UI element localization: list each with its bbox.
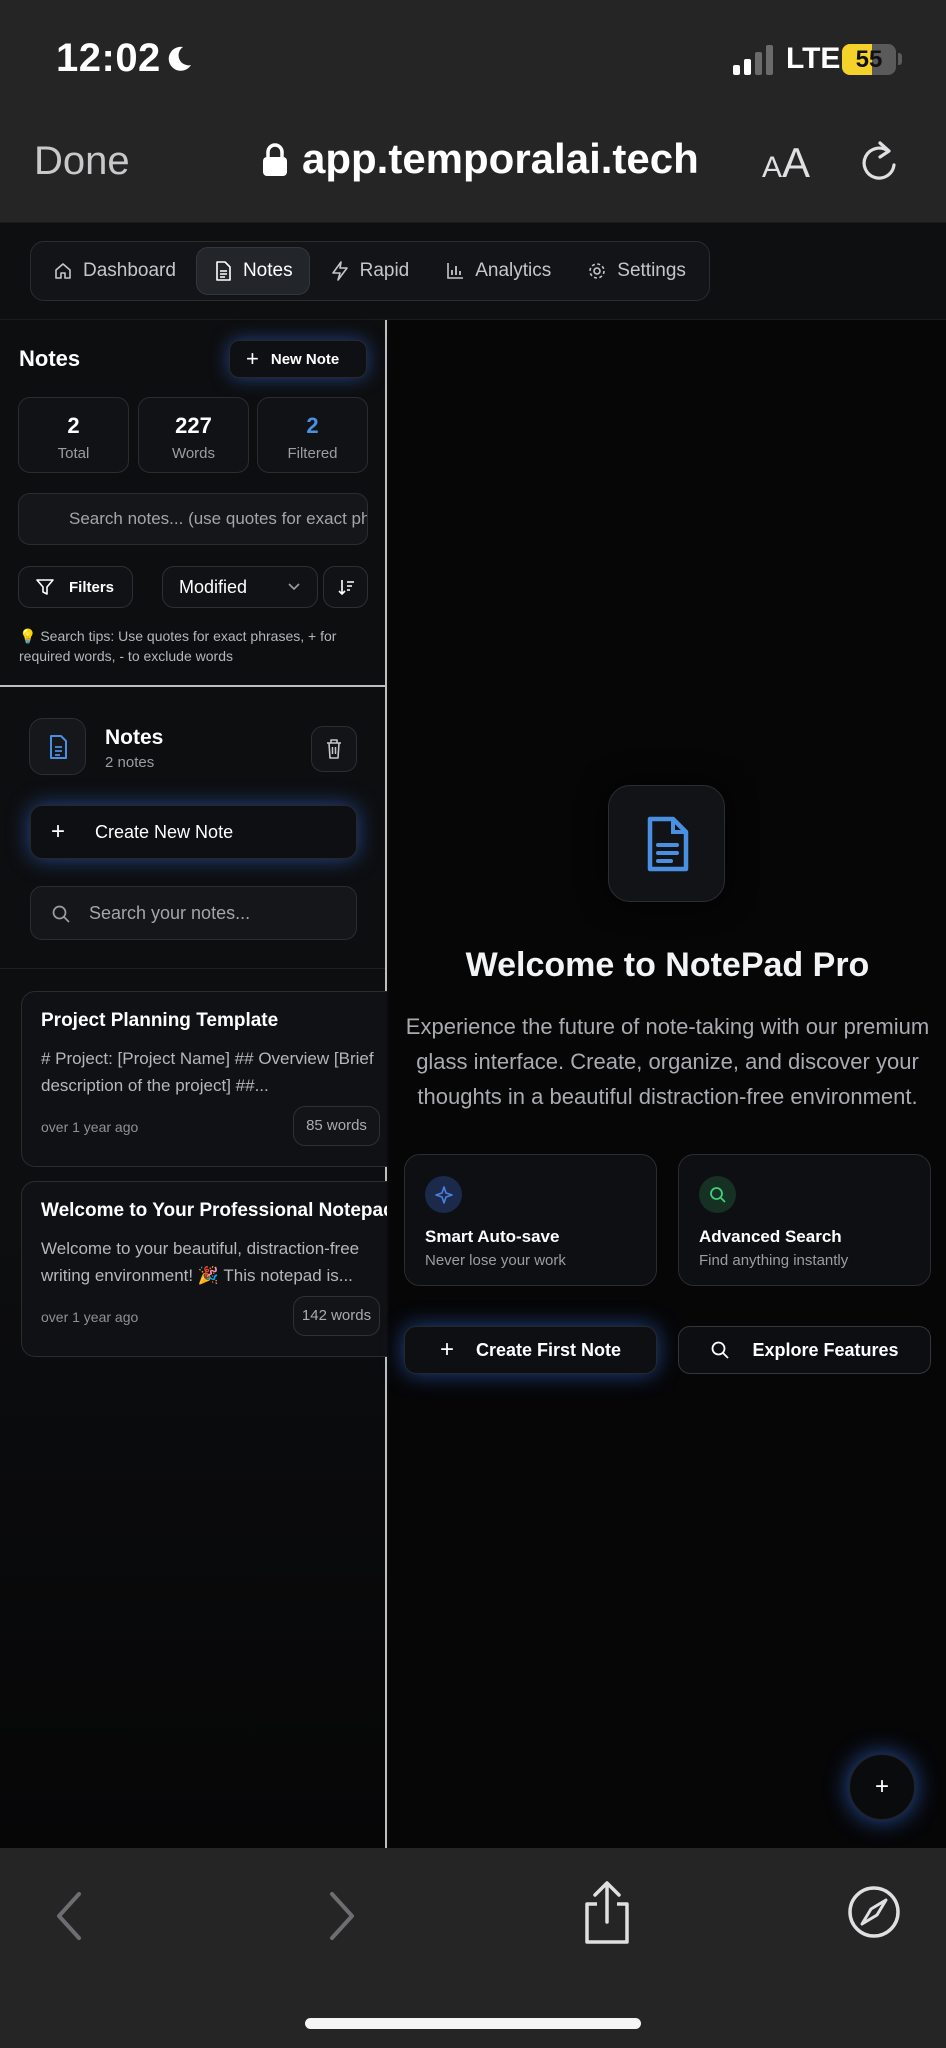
filters-button[interactable]: Filters [18,566,133,608]
tab-notes[interactable]: Notes [195,247,310,295]
note-card[interactable]: Project Planning Template # Project: [Pr… [21,991,387,1167]
plus-icon: + [51,818,66,845]
browser-top-bar: Done app.temporalai.tech AA [0,115,946,223]
notes-search [30,886,357,940]
create-new-note-button[interactable]: + Create New Note [30,805,357,859]
floating-add-button[interactable]: + [849,1754,915,1820]
tab-dashboard[interactable]: Dashboard [37,247,192,295]
feature-subtitle: Never lose your work [425,1252,566,1269]
delete-button[interactable] [311,726,357,772]
filter-icon [36,579,54,595]
tab-settings[interactable]: Settings [571,247,702,295]
document-icon [49,734,67,759]
word-count-badge: 85 words [293,1106,380,1146]
share-icon[interactable] [579,1880,635,1946]
moon-icon [168,46,191,71]
search-icon [699,1176,736,1213]
forward-icon[interactable] [325,1890,359,1942]
sidebar-search [18,493,368,545]
text-size-button[interactable]: AA [762,139,810,187]
notes-sidebar: Notes + New Note 2 Total 227 Words 2 Fil… [0,320,387,1848]
lock-icon [263,143,287,176]
explore-features-button[interactable]: Explore Features [678,1326,931,1374]
network-type: LTE [786,42,841,75]
document-icon [216,261,231,281]
battery-level: 55 [855,46,883,73]
note-preview: # Project: [Project Name] ## Overview [B… [41,1049,374,1095]
hero-description: Experience the future of note-taking wit… [405,1014,930,1109]
document-icon [647,816,688,871]
stat-total: 2 Total [18,397,129,473]
search-icon [52,905,70,923]
main-content: Welcome to NotePad Pro Experience the fu… [389,320,946,1848]
done-button[interactable]: Done [34,139,130,184]
word-count-badge: 142 words [293,1296,380,1336]
feature-title: Advanced Search [699,1227,842,1246]
reload-icon[interactable] [858,139,902,187]
new-note-button[interactable]: + New Note [229,340,367,378]
hero-icon [608,785,725,902]
chevron-down-icon [288,583,300,591]
sort-icon [337,580,354,596]
note-date: over 1 year ago [41,1119,139,1135]
bar-chart-icon [447,263,464,279]
sparkle-icon [425,1176,462,1213]
search-input[interactable] [19,494,367,544]
bolt-icon [331,261,348,281]
plus-icon: + [246,346,259,371]
hero-title: Welcome to NotePad Pro [465,946,870,984]
home-icon [55,263,71,279]
browser-bottom-toolbar [0,1848,946,2048]
stat-words: 227 Words [138,397,249,473]
back-icon[interactable] [52,1890,86,1942]
nav-tabs: Dashboard Notes Rapid Analytics Settings [30,241,710,301]
feature-title: Smart Auto-save [425,1227,560,1246]
sidebar-title: Notes [19,346,81,371]
notes-count: 2 notes [105,754,155,771]
plus-icon: + [439,1336,454,1363]
sort-direction-button[interactable] [323,566,368,608]
feature-subtitle: Find anything instantly [699,1252,849,1269]
search-tips: 💡 Search tips: Use quotes for exact phra… [19,628,337,664]
app-nav: Dashboard Notes Rapid Analytics Settings [0,223,946,320]
note-preview: Welcome to your beautiful, distraction-f… [41,1239,360,1285]
notes-panel-title: Notes [105,726,164,749]
url-text[interactable]: app.temporalai.tech [302,135,699,183]
note-date: over 1 year ago [41,1309,139,1325]
battery-icon: 55 [842,44,896,75]
stat-filtered: 2 Filtered [257,397,368,473]
search-icon [712,1341,730,1359]
notes-panel-icon [29,718,86,775]
sort-select[interactable]: Modified [162,566,318,608]
tab-analytics[interactable]: Analytics [429,247,567,295]
compass-icon[interactable] [846,1884,902,1940]
home-indicator [305,2018,641,2029]
status-time: 12:02 [56,36,161,80]
signal-icon [733,45,773,75]
note-card[interactable]: Welcome to Your Professional Notepad Wel… [21,1181,387,1357]
feature-card-autosave: Smart Auto-save Never lose your work [404,1154,657,1286]
notes-search-input[interactable] [31,887,356,939]
gear-icon [589,263,606,279]
create-first-note-button[interactable]: + Create First Note [404,1326,657,1374]
trash-icon [327,739,341,759]
feature-card-search: Advanced Search Find anything instantly [678,1154,931,1286]
status-bar: 12:02 LTE 55 [0,0,946,115]
note-title: Welcome to Your Professional Notepad [41,1200,387,1221]
note-title: Project Planning Template [41,1010,279,1031]
tab-rapid[interactable]: Rapid [314,247,426,295]
